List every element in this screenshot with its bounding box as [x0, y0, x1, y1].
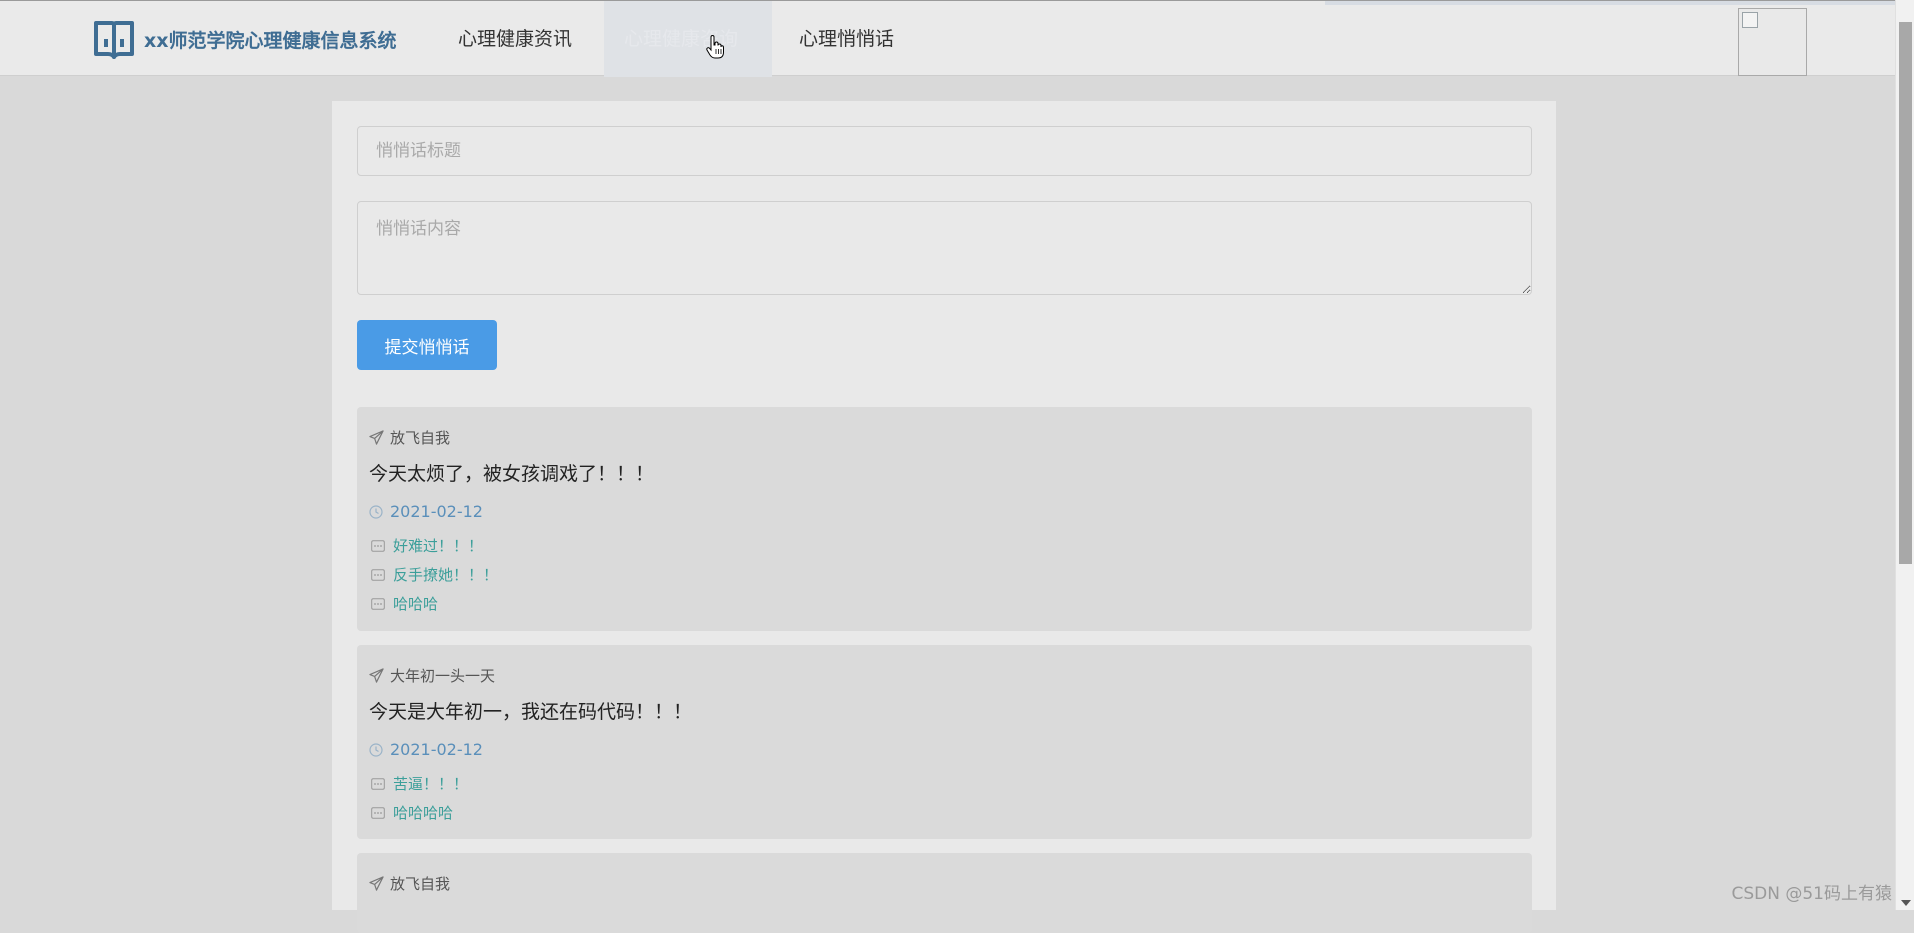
watermark: CSDN @51码上有猿: [1731, 879, 1892, 904]
paper-plane-icon: [369, 430, 384, 445]
whisper-card: 放飞自我 今天太烦了，被女孩调戏了！！！ 2021-02-12 好难过！！！ 反…: [357, 407, 1532, 631]
whisper-date: 2021-02-12: [369, 740, 483, 759]
clock-icon: [369, 505, 383, 519]
whisper-panel: 提交悄悄话 放飞自我 今天太烦了，被女孩调戏了！！！ 2021-02-12 好难…: [332, 101, 1556, 910]
comment-icon: [371, 807, 385, 819]
navbar-top-accent: [1325, 1, 1895, 5]
whisper-card: 大年初一头一天 今天是大年初一，我还在码代码！！！ 2021-02-12 苦逼！…: [357, 645, 1532, 839]
paper-plane-icon: [369, 668, 384, 683]
whisper-content: 今天是大年初一，我还在码代码！！！: [369, 697, 692, 724]
brand-title: xx师范学院心理健康信息系统: [144, 26, 397, 53]
whisper-reply: 好难过！！！: [371, 535, 483, 556]
comment-icon: [371, 598, 385, 610]
whisper-reply: 反手撩她！！！: [371, 564, 498, 585]
comment-icon: [371, 778, 385, 790]
comment-icon: [371, 540, 385, 552]
nav-item-whisper[interactable]: 心理悄悄话: [779, 1, 914, 77]
whisper-date-text: 2021-02-12: [390, 740, 483, 759]
nav-item-news[interactable]: 心理健康资讯: [438, 1, 592, 77]
brand[interactable]: xx师范学院心理健康信息系统: [92, 17, 397, 61]
whisper-content-input[interactable]: [357, 201, 1532, 295]
whisper-author: 放飞自我: [369, 427, 450, 448]
whisper-author: 大年初一头一天: [369, 665, 495, 686]
whisper-content: 今天太烦了，被女孩调戏了！！！: [369, 459, 654, 486]
clock-icon: [369, 743, 383, 757]
whisper-reply: 苦逼！！！: [371, 773, 468, 794]
whisper-reply-text: 苦逼！！！: [393, 773, 468, 794]
top-navbar: xx师范学院心理健康信息系统 心理健康资讯 心理健康咨询 心理悄悄话: [0, 0, 1895, 76]
whisper-reply-text: 反手撩她！！！: [393, 564, 498, 585]
user-avatar[interactable]: [1738, 8, 1807, 76]
book-icon: [92, 17, 136, 61]
page-scrollbar[interactable]: [1895, 0, 1914, 910]
broken-image-icon: [1742, 12, 1758, 28]
whisper-date-text: 2021-02-12: [390, 502, 483, 521]
whisper-reply: 哈哈哈哈: [371, 802, 453, 823]
submit-whisper-button[interactable]: 提交悄悄话: [357, 320, 497, 370]
whisper-card: 放飞自我: [357, 853, 1532, 933]
whisper-author: 放飞自我: [369, 873, 450, 894]
paper-plane-icon: [369, 876, 384, 891]
nav-item-consult[interactable]: 心理健康咨询: [604, 1, 772, 77]
whisper-title-input[interactable]: [357, 126, 1532, 176]
whisper-author-name: 放飞自我: [390, 427, 450, 448]
comment-icon: [371, 569, 385, 581]
whisper-date: 2021-02-12: [369, 502, 483, 521]
whisper-author-name: 放飞自我: [390, 873, 450, 894]
whisper-reply-text: 哈哈哈哈: [393, 802, 453, 823]
whisper-reply: 哈哈哈: [371, 593, 438, 614]
whisper-author-name: 大年初一头一天: [390, 665, 495, 686]
hand-cursor-icon: [706, 35, 724, 59]
scrollbar-thumb[interactable]: [1899, 22, 1912, 564]
whisper-reply-text: 好难过！！！: [393, 535, 483, 556]
scroll-down-arrow-icon[interactable]: [1901, 900, 1911, 906]
whisper-reply-text: 哈哈哈: [393, 593, 438, 614]
